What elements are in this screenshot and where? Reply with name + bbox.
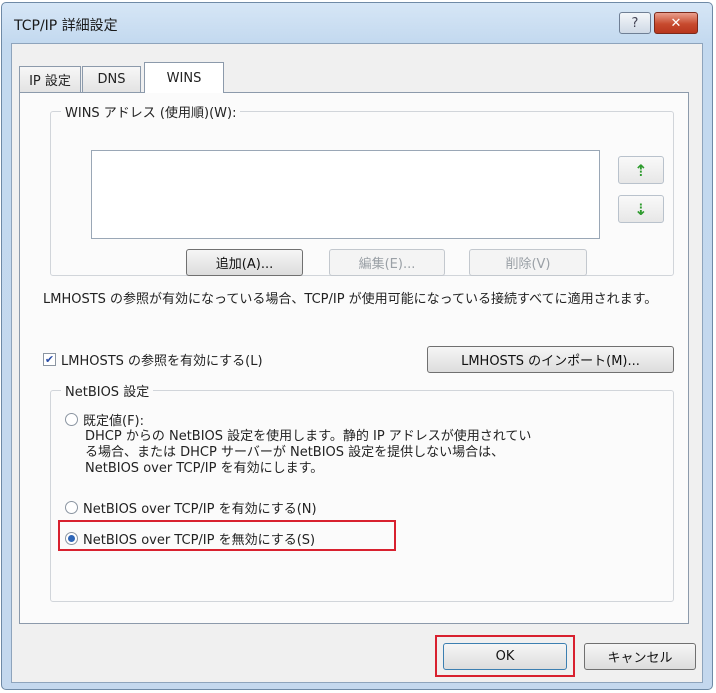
netbios-disable-option[interactable]: NetBIOS over TCP/IP を無効にする(S) bbox=[65, 529, 315, 548]
netbios-group-label: NetBIOS 設定 bbox=[61, 381, 154, 400]
netbios-default-desc-line2: る場合、または DHCP サーバーが NetBIOS 設定を提供しない場合は、 bbox=[85, 445, 505, 460]
wins-address-group-label: WINS アドレス (使用順)(W): bbox=[61, 102, 241, 121]
lmhosts-checkbox[interactable]: ✔ bbox=[43, 353, 56, 366]
netbios-default-desc-line3: NetBIOS over TCP/IP を有効にします。 bbox=[85, 461, 324, 476]
checkmark-icon: ✔ bbox=[44, 353, 55, 366]
netbios-disable-radio[interactable] bbox=[65, 532, 78, 545]
tab-ip-settings[interactable]: IP 設定 bbox=[19, 66, 81, 92]
netbios-default-option[interactable]: 既定値(F): bbox=[65, 410, 144, 429]
dialog-client-area: IP 設定 DNS WINS WINS アドレス (使用順)(W): ⇡ ⇣ 追… bbox=[11, 43, 703, 683]
netbios-default-description: DHCP からの NetBIOS 設定を使用します。静的 IP アドレスが使用さ… bbox=[85, 429, 665, 477]
wins-tab-panel: WINS アドレス (使用順)(W): ⇡ ⇣ 追加(A)... 編集(E)..… bbox=[19, 92, 689, 624]
close-button[interactable]: ✕ bbox=[654, 12, 698, 34]
netbios-default-label: 既定値(F): bbox=[83, 414, 145, 429]
wins-address-list[interactable] bbox=[91, 150, 600, 239]
tab-dns[interactable]: DNS bbox=[82, 66, 141, 92]
netbios-settings-group: NetBIOS 設定 既定値(F): DHCP からの NetBIOS 設定を使… bbox=[50, 381, 674, 602]
title-bar[interactable]: TCP/IP 詳細設定 ? ✕ bbox=[2, 3, 712, 43]
import-lmhosts-button[interactable]: LMHOSTS のインポート(M)... bbox=[427, 346, 674, 373]
netbios-disable-label: NetBIOS over TCP/IP を無効にする(S) bbox=[83, 533, 316, 548]
tcpip-advanced-settings-dialog: TCP/IP 詳細設定 ? ✕ IP 設定 DNS WINS WINS アドレス… bbox=[1, 2, 713, 690]
cancel-button[interactable]: キャンセル bbox=[584, 643, 696, 670]
lmhosts-description: LMHOSTS の参照が有効になっている場合、TCP/IP が使用可能になってい… bbox=[43, 292, 658, 307]
arrow-down-icon: ⇣ bbox=[634, 199, 648, 219]
netbios-enable-label: NetBIOS over TCP/IP を有効にする(N) bbox=[83, 502, 317, 517]
add-button[interactable]: 追加(A)... bbox=[186, 249, 303, 276]
lmhosts-checkbox-label: LMHOSTS の参照を有効にする(L) bbox=[61, 354, 263, 369]
delete-button[interactable]: 削除(V) bbox=[469, 249, 587, 276]
tab-wins[interactable]: WINS bbox=[144, 62, 224, 93]
ok-button[interactable]: OK bbox=[443, 643, 567, 670]
window-title: TCP/IP 詳細設定 bbox=[14, 18, 118, 34]
wins-address-group: WINS アドレス (使用順)(W): ⇡ ⇣ 追加(A)... 編集(E)..… bbox=[50, 102, 674, 276]
move-down-button[interactable]: ⇣ bbox=[618, 195, 664, 223]
close-icon: ✕ bbox=[670, 15, 682, 31]
edit-button[interactable]: 編集(E)... bbox=[329, 249, 445, 276]
arrow-up-icon: ⇡ bbox=[634, 160, 648, 180]
help-button[interactable]: ? bbox=[619, 12, 651, 34]
lmhosts-lookup-option[interactable]: ✔ LMHOSTS の参照を有効にする(L) bbox=[43, 350, 263, 369]
netbios-enable-option[interactable]: NetBIOS over TCP/IP を有効にする(N) bbox=[65, 498, 317, 517]
netbios-enable-radio[interactable] bbox=[65, 501, 78, 514]
netbios-default-radio[interactable] bbox=[65, 413, 78, 426]
move-up-button[interactable]: ⇡ bbox=[618, 156, 664, 184]
netbios-default-desc-line1: DHCP からの NetBIOS 設定を使用します。静的 IP アドレスが使用さ… bbox=[85, 429, 532, 444]
